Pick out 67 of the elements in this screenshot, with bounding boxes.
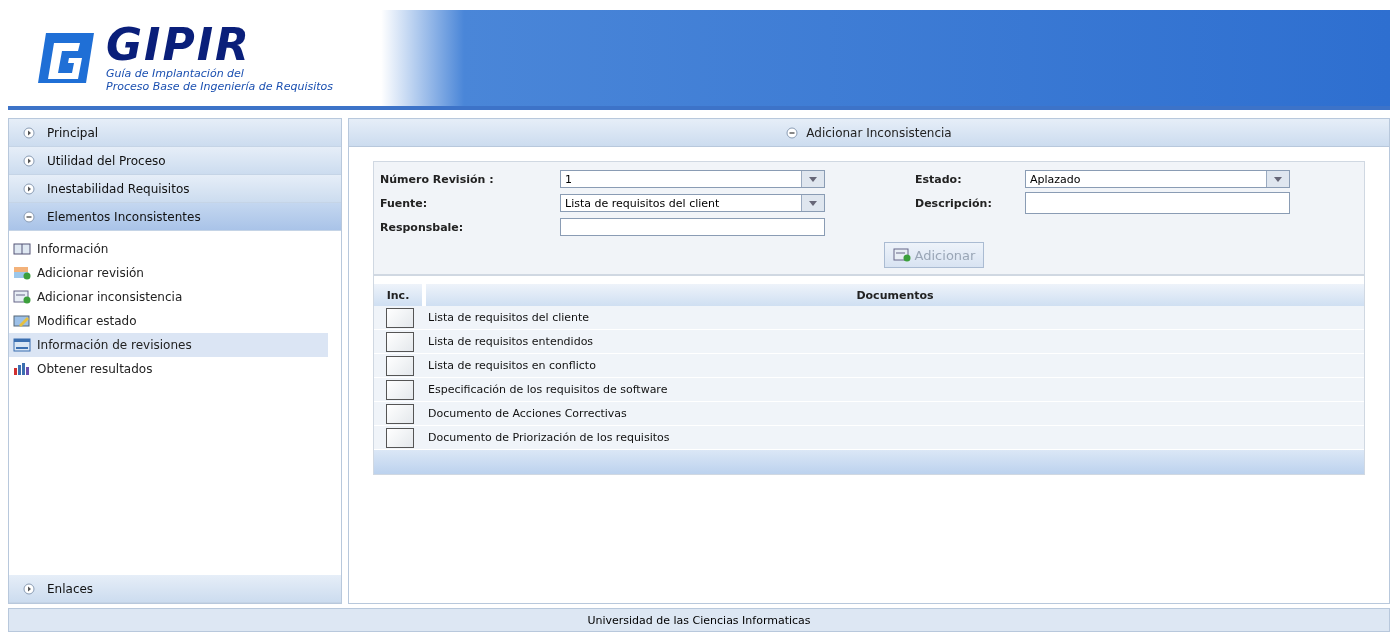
section-label: Principal [47,125,99,140]
panel-title: Adicionar Inconsistencia [806,125,952,140]
accordion-header[interactable]: Utilidad del Proceso [9,147,341,175]
dropdown-caret-icon [809,176,817,182]
table-cell-text: Lista de requisitos del cliente [427,311,591,324]
column-header: Documentos [426,284,1364,306]
menu-item-label: Adicionar revisión [37,266,144,280]
field-label: Estado: [915,172,963,186]
field-label: Responsbale: [380,220,465,234]
section-label: Inestabilidad Requisitos [47,181,190,196]
field-label: Descripción: [915,196,993,210]
window-icon [13,338,31,352]
section-label: Enlaces [47,581,94,596]
menu-item-label: Información [37,242,109,256]
collapse-icon [23,210,35,223]
expand-icon [23,182,35,195]
menu-item[interactable]: Adicionar inconsistencia [9,285,328,309]
menu-item[interactable]: Obtener resultados [9,357,328,381]
column-header: Inc. [374,284,422,306]
collapse-icon [786,126,799,139]
table-cell-text: Documento de Acciones Correctivas [427,407,628,420]
input-field[interactable] [560,218,825,236]
add-form-icon [13,290,31,304]
menu-item[interactable]: Información de revisiones [9,333,328,357]
edit-icon [13,314,31,328]
field-label: Fuente: [380,196,429,210]
logo-subtitle: Proceso Base de Ingeniería de Requisitos [106,80,333,93]
menu-item[interactable]: Información [9,237,328,261]
menu-item-label: Modificar estado [37,314,137,328]
textarea-field[interactable] [1025,192,1290,214]
dropdown-caret-icon [1274,176,1282,182]
menu-item[interactable]: Modificar estado [9,309,328,333]
checkbox[interactable] [386,403,414,424]
accordion-header[interactable]: Principal [9,119,341,147]
bar-chart-icon [13,362,31,376]
menu-item[interactable]: Adicionar revisión [9,261,328,285]
add-sheet-icon [13,266,31,280]
book-icon [13,242,31,256]
dropdown-caret-icon [809,200,817,206]
table-cell-text: Documento de Priorización de los requisitos [427,431,671,444]
field-label: Número Revisión : [380,172,495,186]
accordion-header[interactable]: Elementos Inconsistentes [9,203,341,231]
accordion-header[interactable]: Enlaces [9,575,341,603]
accordion-header[interactable]: Inestabilidad Requisitos [9,175,341,203]
status-text: Universidad de las Ciencias Informaticas [587,613,811,627]
expand-icon [23,582,35,595]
checkbox[interactable] [386,355,414,376]
logo-title: GIPIR [106,23,252,67]
menu-item-label: Información de revisiones [37,338,192,352]
table-cell-text: Lista de requisitos entendidos [427,335,595,348]
menu-item-label: Obtener resultados [37,362,153,376]
table-cell-text: Lista de requisitos en conflicto [427,359,597,372]
section-label: Elementos Inconsistentes [47,209,201,224]
table-cell-text: Especificación de los requisitos de software [427,383,669,396]
checkbox[interactable] [386,307,414,328]
checkbox[interactable] [386,427,414,448]
add-form-icon [892,248,911,262]
expand-icon [23,126,35,139]
checkbox[interactable] [386,331,414,352]
expand-icon [23,154,35,167]
dropdown-field[interactable]: 1 [560,170,825,188]
dropdown-field[interactable]: Lista de requisitos del client [560,194,825,212]
checkbox[interactable] [386,379,414,400]
logo-subtitle: Guía de Implantación del [106,67,245,80]
section-label: Utilidad del Proceso [47,153,166,168]
dropdown-field[interactable]: Aplazado [1025,170,1290,188]
menu-item-label: Adicionar inconsistencia [37,290,183,304]
